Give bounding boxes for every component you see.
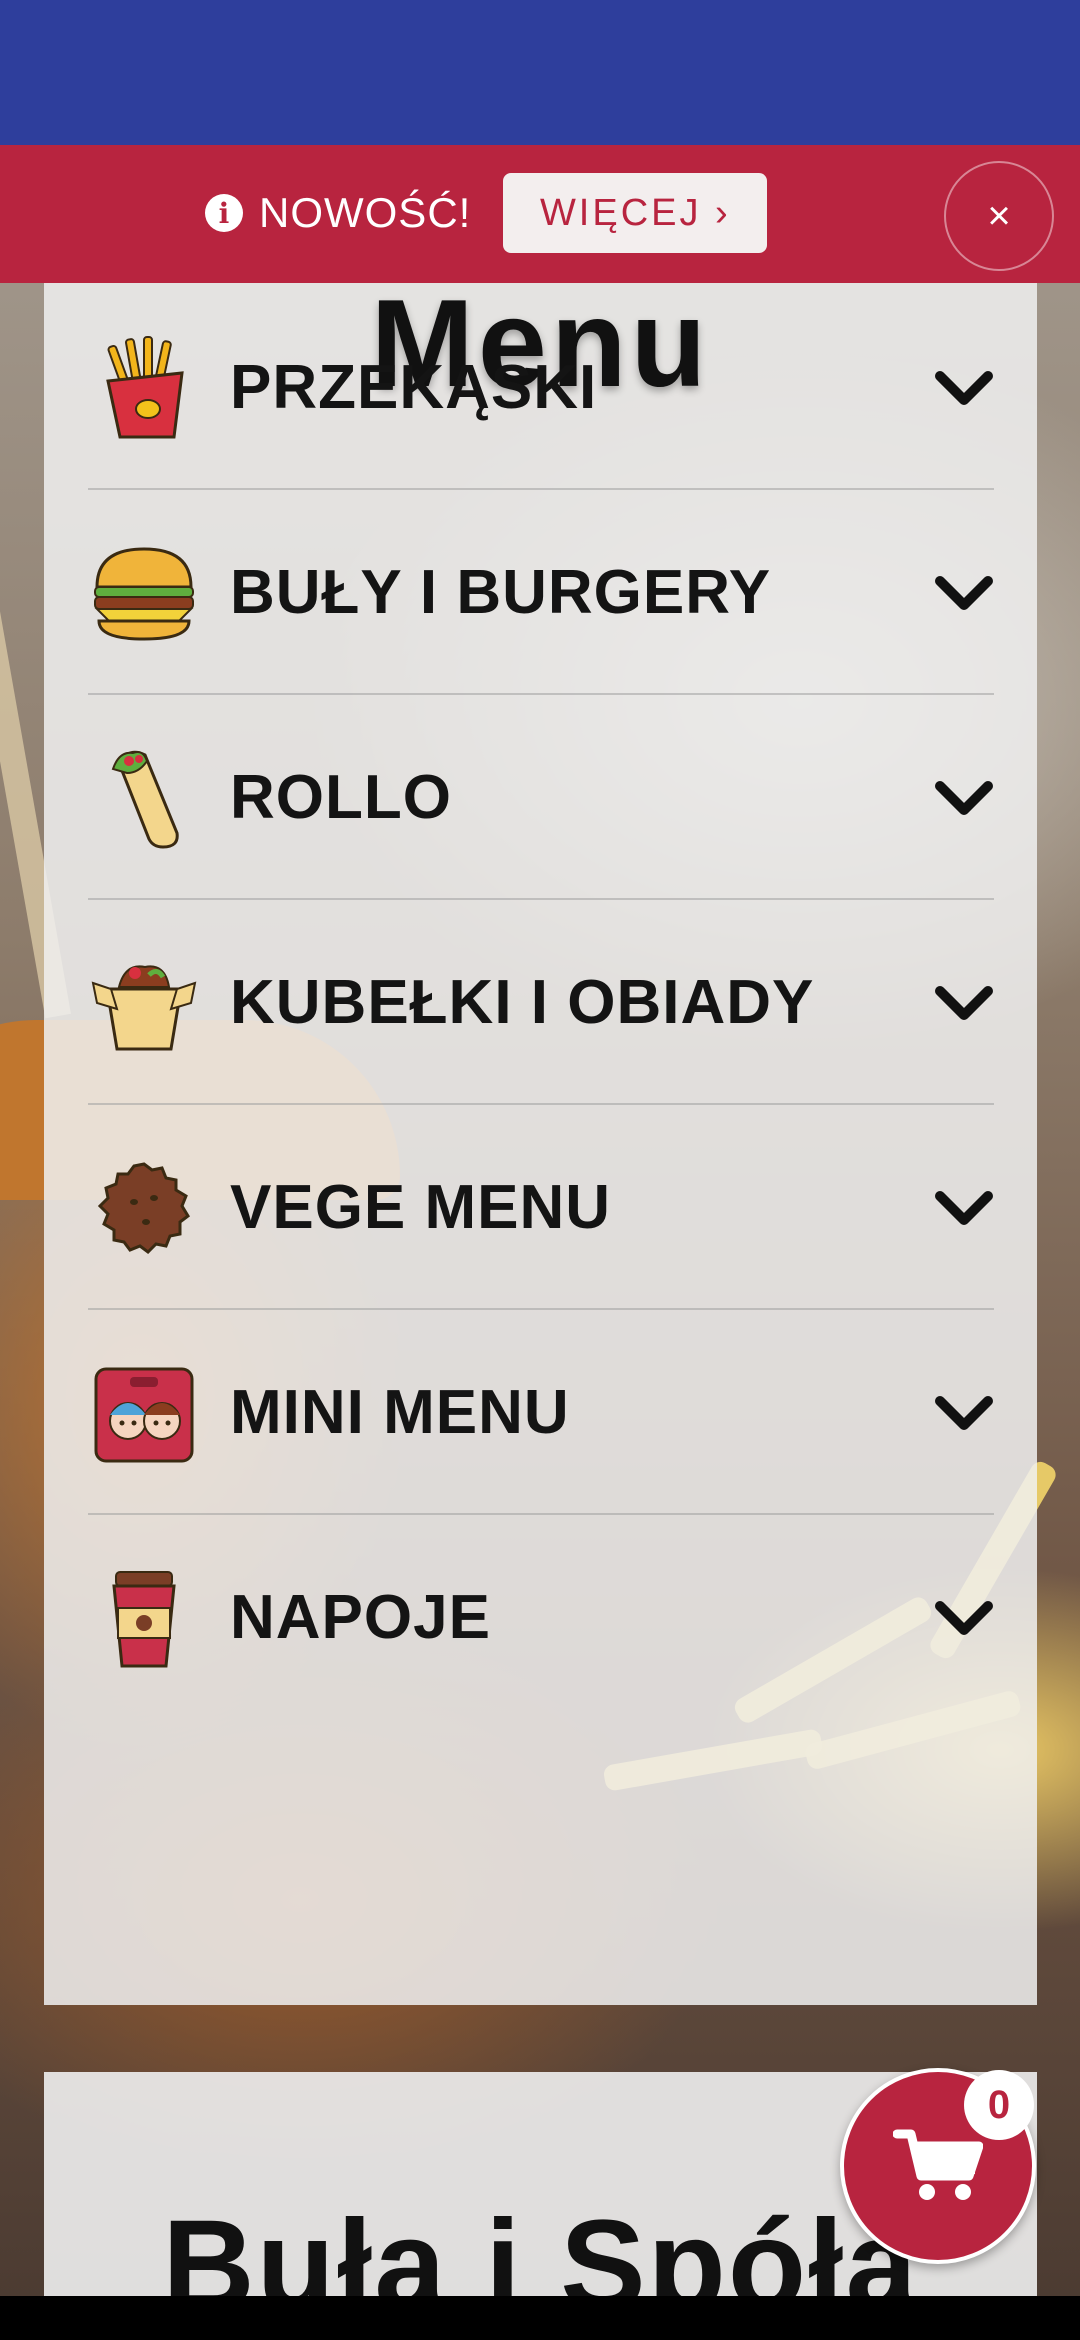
- menu-card: Menu PRZEKĄSKI BUŁY I BURGERY ROLLO KUBE…: [44, 275, 1037, 2005]
- system-navigation-bar: [0, 2296, 1080, 2340]
- menu-category-label: PRZEKĄSKI: [230, 353, 598, 422]
- menu-category-label: MINI MENU: [230, 1378, 570, 1447]
- menu-category-label: KUBEŁKI I OBIADY: [230, 968, 815, 1037]
- drink-cup-icon: [88, 1562, 200, 1674]
- menu-category-label: ROLLO: [230, 763, 452, 832]
- menu-category-vege-menu[interactable]: VEGE MENU: [88, 1105, 994, 1310]
- cart-icon: [893, 2129, 983, 2200]
- menu-category-przekaski[interactable]: PRZEKĄSKI: [88, 285, 994, 490]
- chevron-down-icon[interactable]: [934, 973, 994, 1033]
- info-icon: i: [205, 194, 243, 232]
- chevron-down-icon[interactable]: [934, 1588, 994, 1648]
- chevron-down-icon[interactable]: [934, 1383, 994, 1443]
- notice-bar: i NOWOŚĆ! WIĘCEJ › ×: [0, 145, 1080, 283]
- fries-icon: [88, 332, 200, 444]
- menu-category-label: BUŁY I BURGERY: [230, 558, 772, 627]
- falafel-icon: [88, 1152, 200, 1264]
- menu-category-napoje[interactable]: NAPOJE: [88, 1515, 994, 1720]
- top-header: [0, 0, 1080, 145]
- menu-category-label: NAPOJE: [230, 1583, 491, 1652]
- menu-category-mini-menu[interactable]: MINI MENU: [88, 1310, 994, 1515]
- menu-category-kubelki-i-obiady[interactable]: KUBEŁKI I OBIADY: [88, 900, 994, 1105]
- menu-category-label: VEGE MENU: [230, 1173, 612, 1242]
- chevron-down-icon[interactable]: [934, 768, 994, 828]
- wrap-icon: [88, 742, 200, 854]
- chevron-down-icon[interactable]: [934, 563, 994, 623]
- more-button[interactable]: WIĘCEJ ›: [503, 173, 768, 253]
- close-icon[interactable]: ×: [944, 161, 1054, 271]
- menu-category-buly-i-burgery[interactable]: BUŁY I BURGERY: [88, 490, 994, 695]
- chevron-down-icon[interactable]: [934, 1178, 994, 1238]
- burger-icon: [88, 537, 200, 649]
- chevron-down-icon[interactable]: [934, 358, 994, 418]
- notice-text: NOWOŚĆ!: [259, 189, 472, 236]
- takeout-box-icon: [88, 947, 200, 1059]
- cart-count-badge: 0: [964, 2070, 1034, 2140]
- menu-category-rollo[interactable]: ROLLO: [88, 695, 994, 900]
- kids-box-icon: [88, 1357, 200, 1469]
